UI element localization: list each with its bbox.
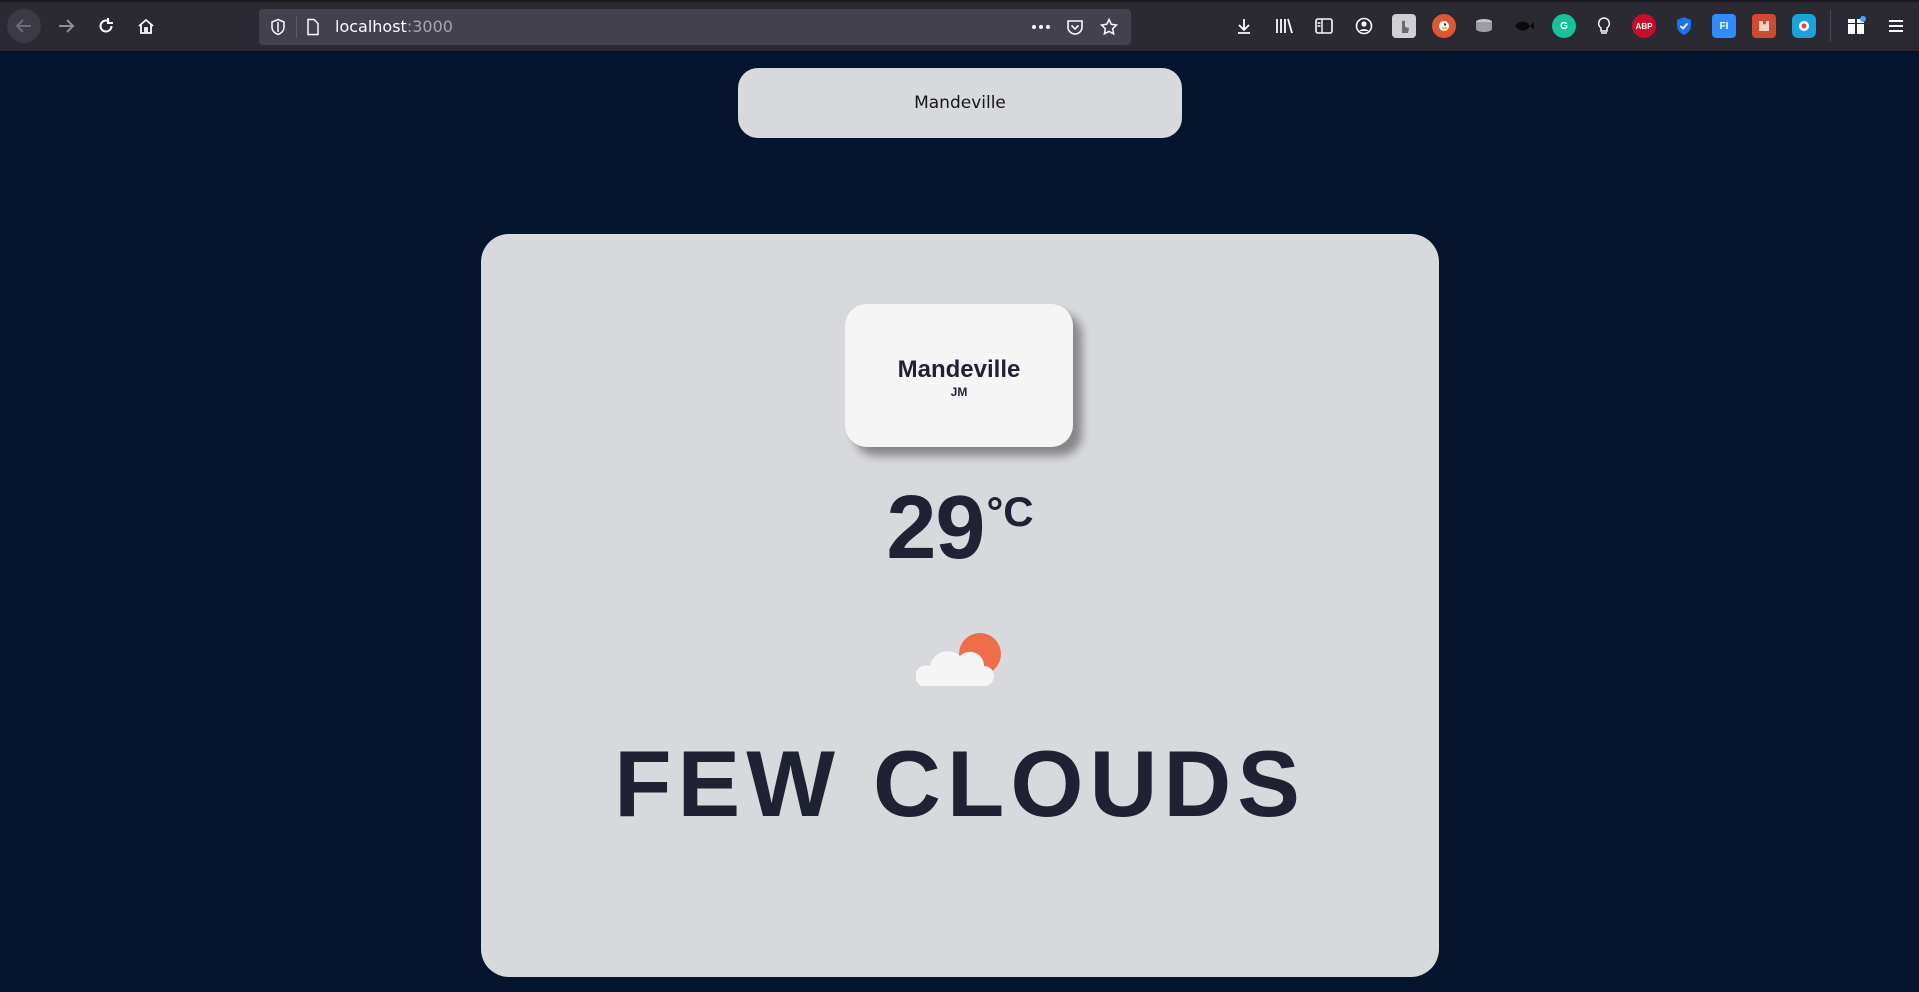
- ext-adblock-label: ABP: [1635, 21, 1653, 31]
- forward-arrow-icon: [59, 19, 75, 33]
- forward-button[interactable]: [49, 9, 83, 43]
- location-card: Mandeville JM: [845, 304, 1073, 447]
- few-clouds-icon: [916, 633, 1001, 686]
- city-search-input[interactable]: [738, 68, 1182, 138]
- extensions-button[interactable]: [1844, 14, 1868, 38]
- ext-adblock-icon[interactable]: ABP: [1632, 14, 1656, 38]
- url-text[interactable]: localhost:3000: [335, 18, 453, 36]
- bookmark-star-icon[interactable]: [1099, 18, 1119, 36]
- sidebar-icon[interactable]: [1312, 14, 1336, 38]
- ext-database-icon[interactable]: [1472, 14, 1496, 38]
- ext-shield-icon[interactable]: [1672, 14, 1696, 38]
- ext-gesture-icon[interactable]: [1392, 14, 1416, 38]
- browser-toolbar: localhost:3000 G ABP FI: [0, 0, 1919, 52]
- reload-icon: [99, 18, 113, 33]
- ext-bulb-icon[interactable]: [1592, 14, 1616, 38]
- hamburger-menu-icon: [1889, 20, 1903, 32]
- reload-button[interactable]: [89, 9, 123, 43]
- ext-duckduckgo-icon[interactable]: [1432, 14, 1456, 38]
- app-menu-button[interactable]: [1884, 14, 1908, 38]
- country-code: JM: [950, 384, 968, 399]
- ext-grammarly-icon[interactable]: G: [1552, 14, 1576, 38]
- url-bar[interactable]: localhost:3000: [259, 9, 1131, 45]
- home-button[interactable]: [129, 9, 163, 43]
- page-icon[interactable]: [304, 18, 322, 36]
- download-icon[interactable]: [1232, 14, 1256, 38]
- url-host: localhost: [335, 17, 407, 36]
- extensions-puzzle-icon: [1848, 16, 1866, 34]
- city-search-box[interactable]: [738, 68, 1182, 138]
- tracking-shield-icon[interactable]: [269, 18, 287, 36]
- ext-fish-icon[interactable]: [1512, 14, 1536, 38]
- library-icon[interactable]: [1272, 14, 1296, 38]
- more-icon[interactable]: [1031, 18, 1051, 36]
- toolbar-icons: G ABP FI: [1232, 14, 1816, 38]
- ext-target-icon[interactable]: [1792, 14, 1816, 38]
- temperature-unit: °C: [986, 488, 1034, 535]
- weather-card: Mandeville JM 29°C FEW CLOUDS: [481, 234, 1439, 977]
- url-separator: [296, 16, 297, 38]
- ext-grammarly-label: G: [1560, 20, 1568, 32]
- url-port: :3000: [406, 17, 453, 36]
- account-icon[interactable]: [1352, 14, 1376, 38]
- city-name: Mandeville: [897, 355, 1021, 383]
- weather-condition: FEW CLOUDS: [614, 731, 1306, 836]
- back-button[interactable]: [7, 9, 41, 43]
- ext-puzzle-red-icon[interactable]: [1752, 14, 1776, 38]
- ext-fi-icon[interactable]: FI: [1712, 14, 1736, 38]
- home-icon: [138, 18, 154, 34]
- toolbar-divider: [1830, 10, 1831, 42]
- temperature-display: 29°C: [481, 482, 1439, 574]
- ext-fi-label: FI: [1719, 20, 1729, 32]
- pocket-icon[interactable]: [1065, 18, 1085, 36]
- back-arrow-icon: [15, 19, 31, 33]
- tab-strip: [0, 0, 1919, 2]
- page-actions: [1031, 18, 1119, 36]
- temperature-value: 29: [886, 478, 985, 578]
